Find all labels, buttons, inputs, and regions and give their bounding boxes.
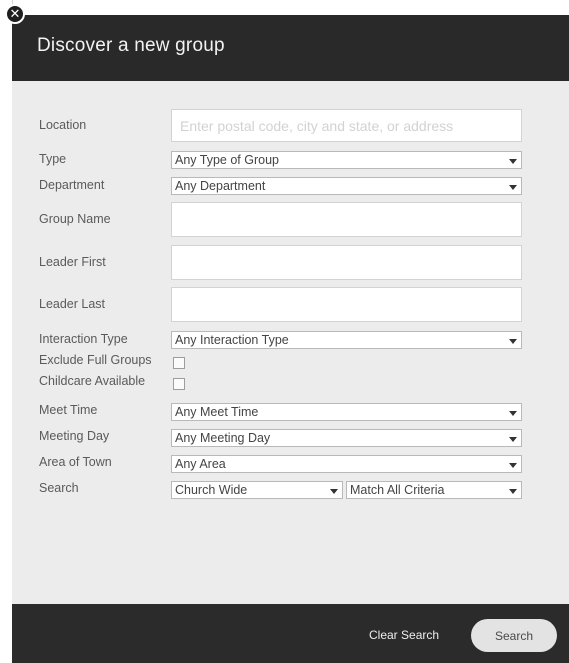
group-name-input[interactable] xyxy=(171,202,522,237)
leader-last-label: Leader Last xyxy=(39,297,106,311)
department-select-value: Any Department xyxy=(175,179,266,193)
background-page-fragment xyxy=(7,580,10,594)
dialog-header: Discover a new group xyxy=(12,15,569,81)
interaction-type-select[interactable]: Any Interaction Type xyxy=(171,331,522,349)
dialog-footer: Clear Search Search xyxy=(12,604,569,663)
department-label: Department xyxy=(39,178,105,192)
meeting-day-select-value: Any Meeting Day xyxy=(175,431,271,445)
search-button[interactable]: Search xyxy=(471,619,557,652)
search-scope-label: Search xyxy=(39,481,79,495)
exclude-full-groups-checkbox[interactable] xyxy=(173,357,185,369)
chevron-down-icon xyxy=(509,159,517,164)
background-page-fragment xyxy=(7,203,10,217)
chevron-down-icon xyxy=(509,437,517,442)
chevron-down-icon xyxy=(509,411,517,416)
search-scope-select-value: Church Wide xyxy=(175,483,248,497)
chevron-down-icon xyxy=(509,489,517,494)
meet-time-select[interactable]: Any Meet Time xyxy=(171,403,522,421)
discover-group-dialog: Discover a new group ✕ Location Type Any… xyxy=(5,4,569,663)
department-select[interactable]: Any Department xyxy=(171,177,522,195)
location-label: Location xyxy=(39,118,87,132)
match-criteria-select[interactable]: Match All Criteria xyxy=(346,481,522,499)
match-criteria-select-value: Match All Criteria xyxy=(350,483,445,497)
exclude-full-groups-label: Exclude Full Groups xyxy=(39,353,152,367)
group-name-label: Group Name xyxy=(39,212,111,226)
dialog-title: Discover a new group xyxy=(37,35,225,56)
clear-search-link[interactable]: Clear Search xyxy=(369,628,439,642)
chevron-down-icon xyxy=(509,463,517,468)
area-of-town-label: Area of Town xyxy=(39,455,112,469)
meet-time-select-value: Any Meet Time xyxy=(175,405,259,419)
chevron-down-icon xyxy=(509,185,517,190)
leader-last-input[interactable] xyxy=(171,287,522,322)
dialog-body: Location Type Any Type of Group Departme… xyxy=(12,81,569,604)
type-label: Type xyxy=(39,152,67,166)
meet-time-label: Meet Time xyxy=(39,403,98,417)
type-select-value: Any Type of Group xyxy=(175,153,279,167)
background-page-fragment xyxy=(7,451,10,465)
leader-first-label: Leader First xyxy=(39,255,106,269)
type-select[interactable]: Any Type of Group xyxy=(171,151,522,169)
location-input[interactable] xyxy=(171,109,522,142)
area-of-town-select[interactable]: Any Area xyxy=(171,455,522,473)
background-page-fragment xyxy=(7,336,10,350)
meeting-day-select[interactable]: Any Meeting Day xyxy=(171,429,522,447)
interaction-type-select-value: Any Interaction Type xyxy=(175,333,289,347)
meeting-day-label: Meeting Day xyxy=(39,429,110,443)
chevron-down-icon xyxy=(509,339,517,344)
leader-first-input[interactable] xyxy=(171,245,522,280)
childcare-available-label: Childcare Available xyxy=(39,374,146,388)
interaction-type-label: Interaction Type xyxy=(39,332,128,346)
chevron-down-icon xyxy=(330,489,338,494)
search-scope-select[interactable]: Church Wide xyxy=(171,481,343,499)
close-icon[interactable]: ✕ xyxy=(5,4,25,24)
childcare-available-checkbox[interactable] xyxy=(173,378,185,390)
area-of-town-select-value: Any Area xyxy=(175,457,226,471)
